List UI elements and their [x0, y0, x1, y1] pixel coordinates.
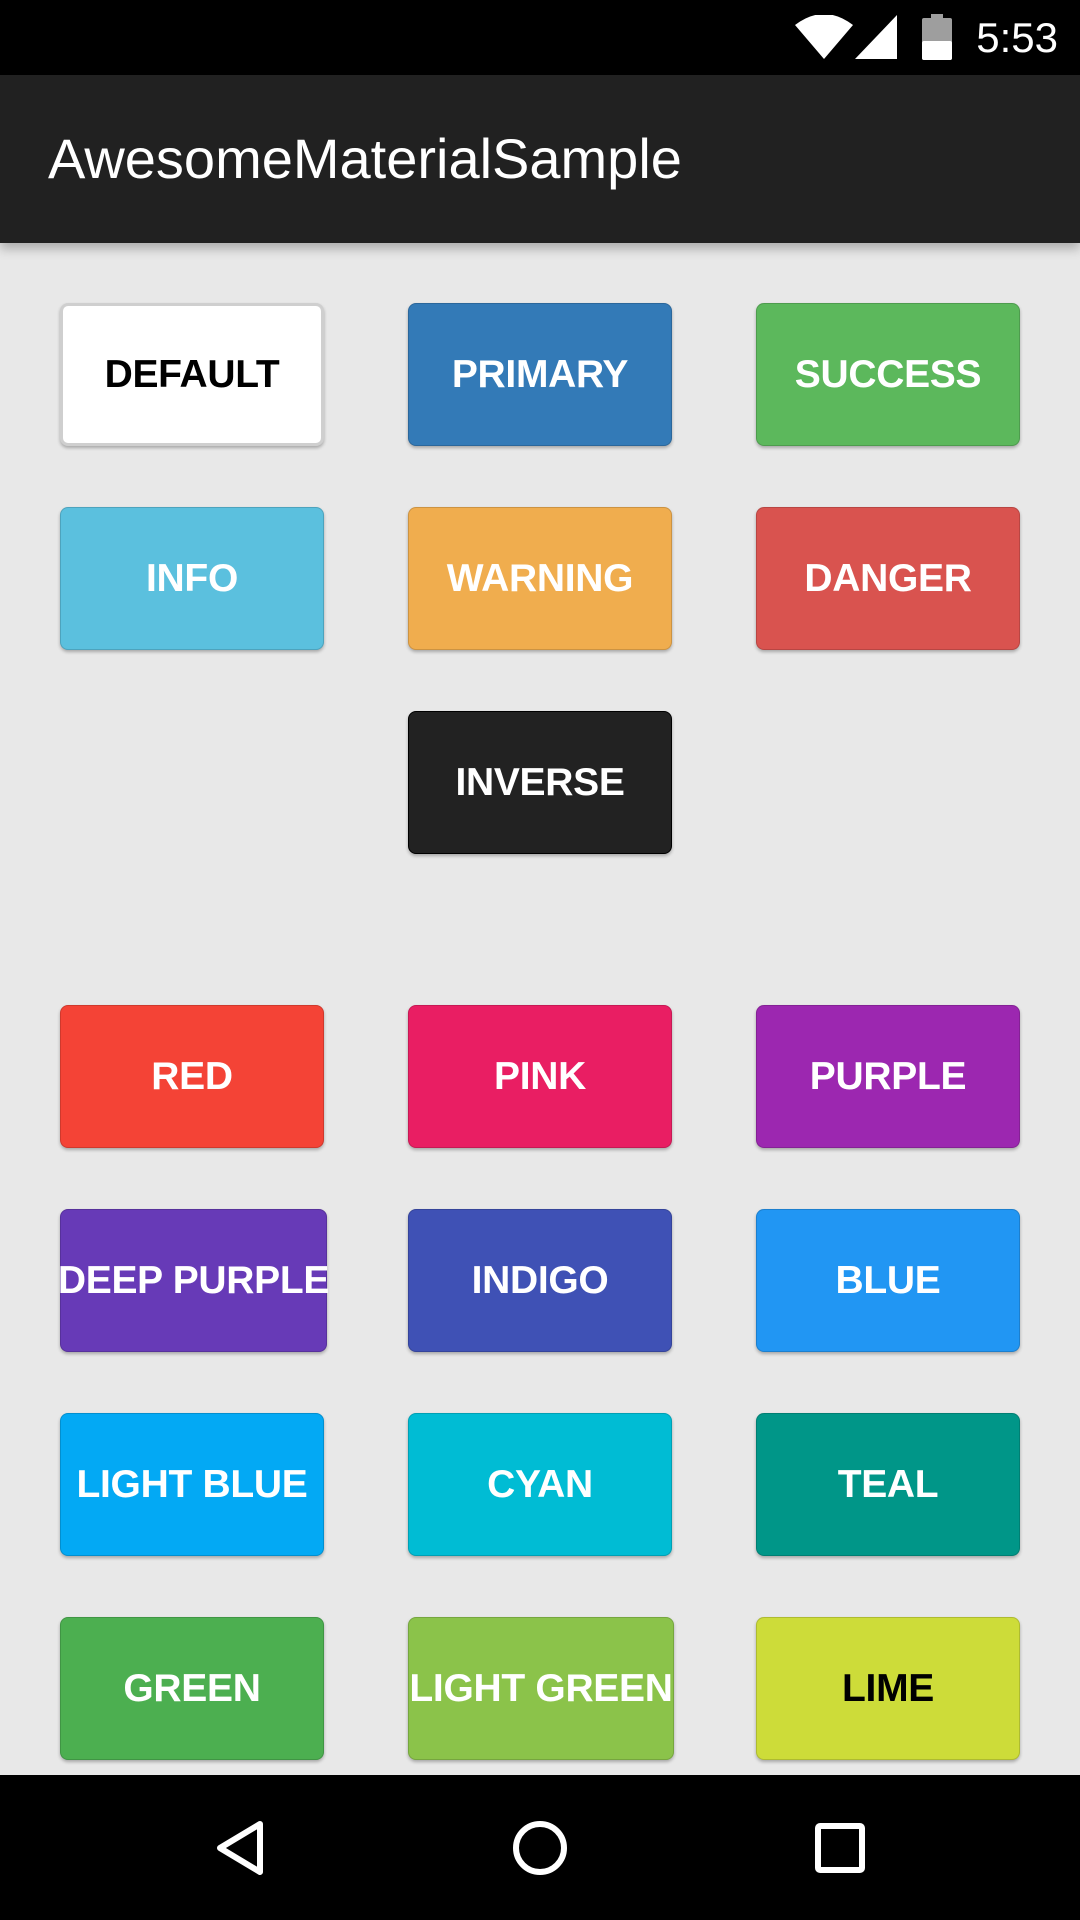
indigo-button[interactable]: INDIGO: [408, 1209, 672, 1352]
green-button[interactable]: GREEN: [60, 1617, 324, 1760]
home-button[interactable]: [480, 1775, 600, 1920]
blue-button[interactable]: BLUE: [756, 1209, 1020, 1352]
teal-button[interactable]: TEAL: [756, 1413, 1020, 1556]
info-button[interactable]: INFO: [60, 507, 324, 650]
app-title: AwesomeMaterialSample: [48, 127, 682, 190]
default-button[interactable]: DEFAULT: [60, 303, 324, 446]
deep-purple-button[interactable]: DEEP PURPLE: [58, 1209, 329, 1352]
lime-button[interactable]: LIME: [756, 1617, 1020, 1760]
back-button[interactable]: [180, 1775, 300, 1920]
button-grid: DEFAULT PRIMARY SUCCESS INFO WARNING DAN…: [0, 243, 1080, 1775]
danger-button[interactable]: DANGER: [756, 507, 1020, 650]
red-button[interactable]: RED: [60, 1005, 324, 1148]
recents-button[interactable]: [780, 1775, 900, 1920]
success-button[interactable]: SUCCESS: [756, 303, 1020, 446]
navigation-bar: [0, 1775, 1080, 1920]
inverse-button[interactable]: INVERSE: [408, 711, 672, 854]
purple-button[interactable]: PURPLE: [756, 1005, 1020, 1148]
light-green-button[interactable]: LIGHT GREEN: [408, 1617, 674, 1760]
cyan-button[interactable]: CYAN: [408, 1413, 672, 1556]
wifi-icon: [795, 15, 853, 59]
primary-button[interactable]: PRIMARY: [408, 303, 672, 446]
signal-icon: [855, 15, 897, 59]
warning-button[interactable]: WARNING: [408, 507, 672, 650]
status-bar: 5:53: [0, 0, 1080, 75]
home-icon: [513, 1820, 567, 1875]
battery-icon: [922, 14, 952, 60]
app-bar: AwesomeMaterialSample: [0, 75, 1080, 243]
status-time: 5:53: [976, 14, 1058, 61]
light-blue-button[interactable]: LIGHT BLUE: [60, 1413, 324, 1556]
pink-button[interactable]: PINK: [408, 1005, 672, 1148]
back-icon: [217, 1820, 263, 1875]
recents-icon: [815, 1822, 865, 1873]
